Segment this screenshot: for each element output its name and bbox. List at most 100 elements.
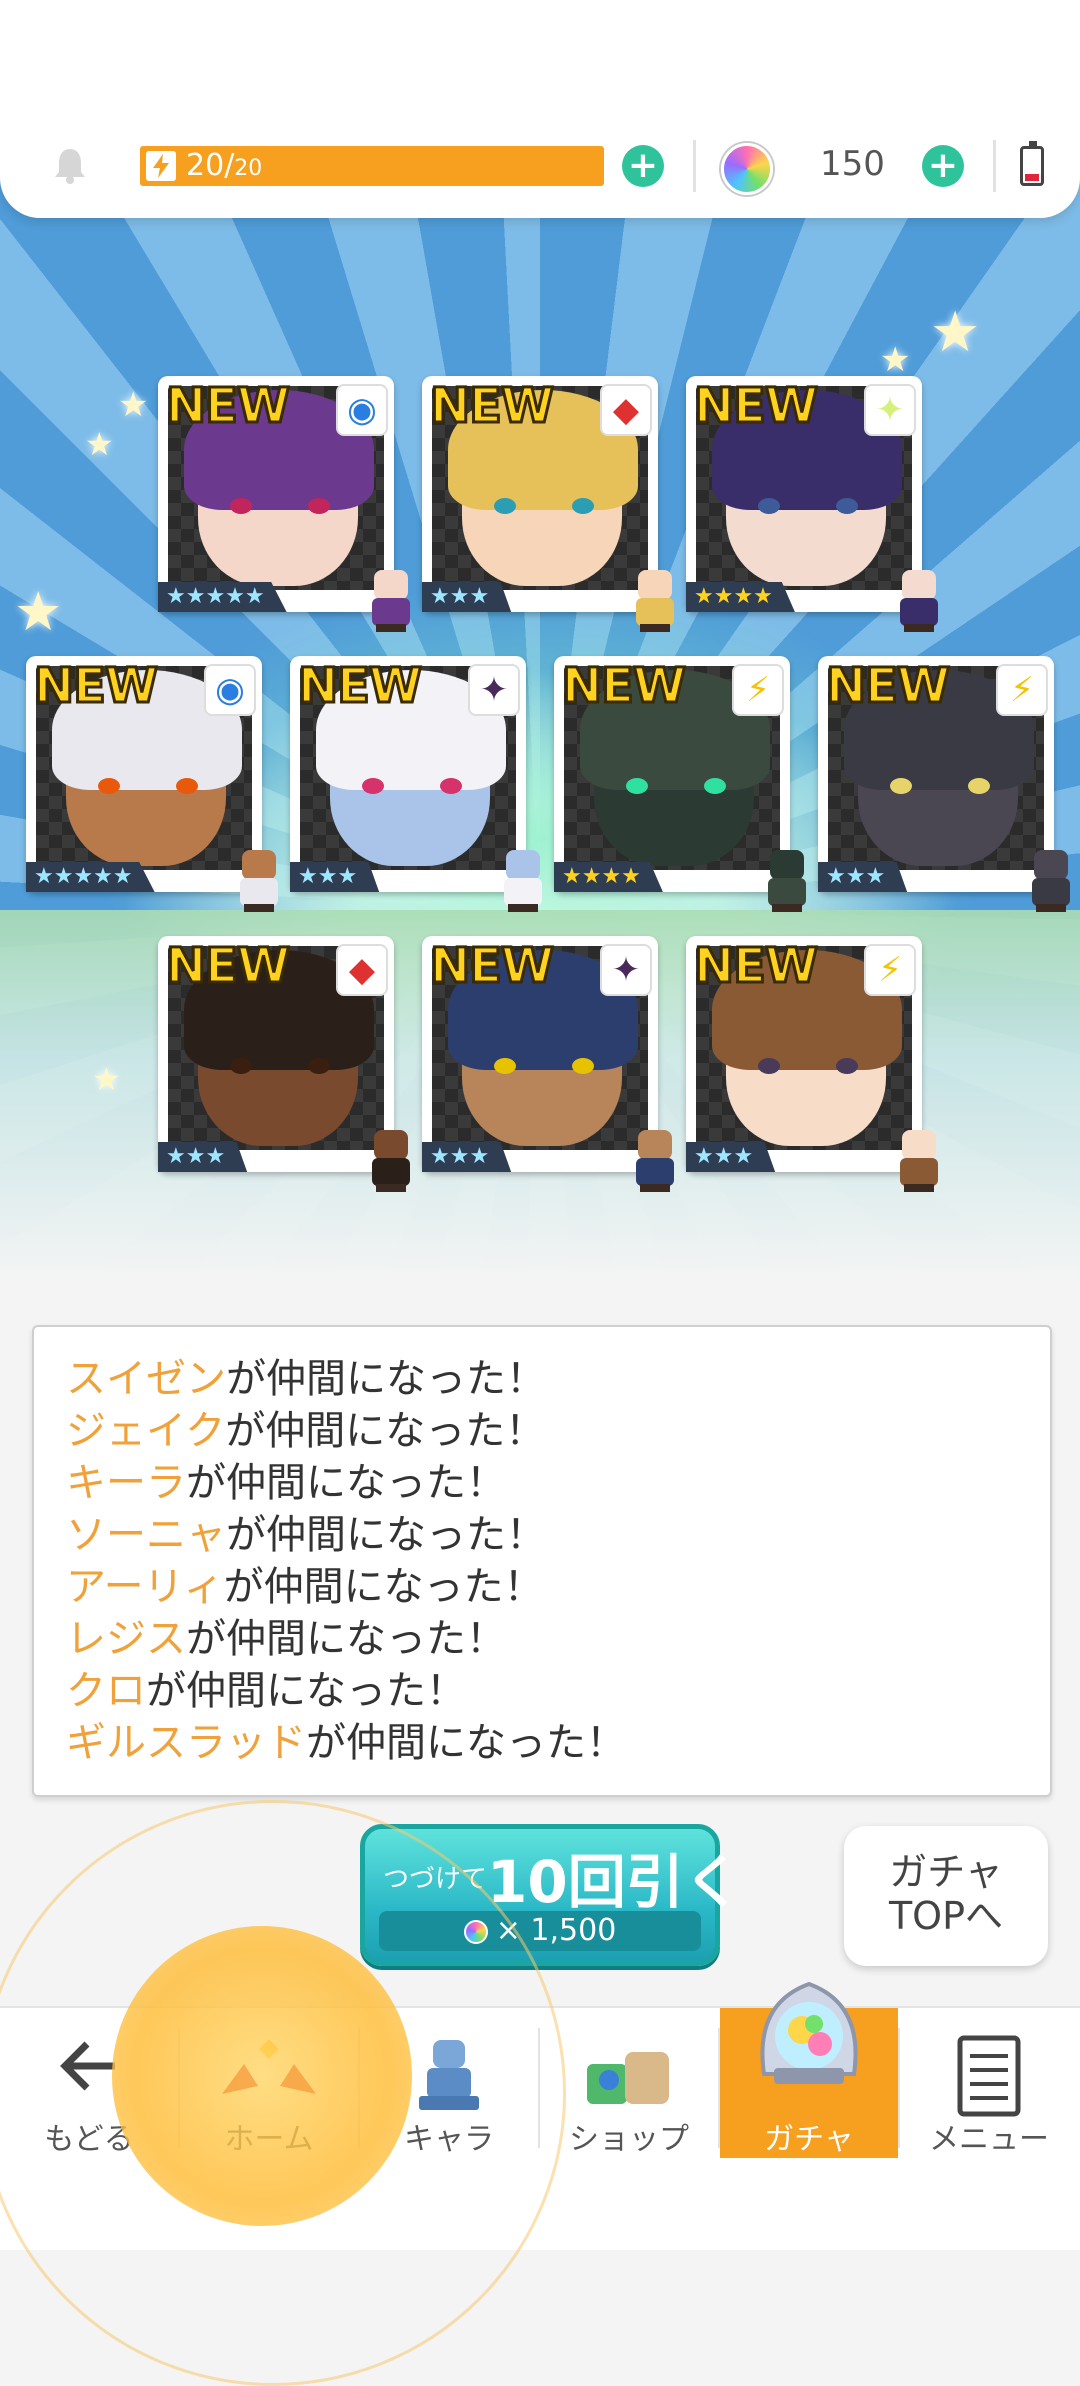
message-line: ソーニャが仲間になった！ — [66, 1509, 1050, 1561]
status-bar: 20/20 + 150 + — [0, 0, 1080, 218]
new-badge: NEW — [297, 657, 424, 716]
message-suffix: が仲間になった！ — [225, 1408, 546, 1454]
character-card[interactable]: NEW ◉ ★★★★★ — [26, 656, 278, 912]
character-card[interactable]: NEW ◉ ★★★★★ — [158, 376, 410, 632]
diamond-element-icon: ◆ — [602, 386, 650, 434]
character-card[interactable]: NEW ✦ ★★★ — [290, 656, 542, 912]
character-card[interactable]: NEW ✦ ★★★ — [422, 936, 674, 1192]
sprite-feet — [376, 1184, 406, 1192]
rarity-stars: ★★★ — [818, 862, 908, 892]
new-badge: NEW — [561, 657, 688, 716]
character-card[interactable]: NEW ✦ ★★★★ — [686, 376, 938, 632]
add-stamina-button[interactable]: + — [622, 145, 664, 187]
lightning-element-icon: ⚡ — [998, 666, 1046, 714]
sprite-body — [504, 878, 542, 906]
message-list: スイゼンが仲間になった！ ジェイクが仲間になった！ キーラが仲間になった！ ソーニャが… — [34, 1327, 1050, 1769]
sprite-feet — [772, 904, 802, 912]
sprite-body — [372, 598, 410, 626]
orb-icon — [721, 143, 773, 195]
bottom-nav: もどる ホーム キャラ ショップ ガチャ メニュー — [0, 1981, 1080, 2250]
nav-gacha[interactable]: ガチャ — [720, 1981, 898, 2158]
character-name: ソーニャ — [66, 1512, 226, 1558]
stamina-gauge: 20/20 — [140, 146, 604, 186]
character-eyes — [230, 1058, 330, 1074]
arrow-left-icon — [60, 2041, 115, 2091]
rarity-stars: ★★★ — [422, 582, 512, 612]
character-sprite — [360, 562, 422, 634]
sprite-head — [638, 570, 672, 600]
nav-home[interactable]: ホーム — [180, 2008, 358, 2158]
gacha-crystal-icon — [760, 1981, 858, 2084]
character-eyes — [890, 778, 990, 794]
rarity-stars: ★★★ — [290, 862, 380, 892]
character-name: スイゼン — [66, 1356, 226, 1402]
gacha-top-line2: TOPへ — [888, 1894, 1004, 1938]
character-sprite — [756, 842, 818, 914]
character-sprite — [888, 562, 950, 634]
message-line: クロが仲間になった！ — [66, 1665, 1050, 1717]
menu-list-icon — [957, 2035, 1021, 2117]
character-name: ギルスラッド — [66, 1720, 306, 1766]
message-suffix: が仲間になった！ — [226, 1356, 546, 1402]
character-sprite — [888, 1122, 950, 1194]
character-eyes — [362, 778, 462, 794]
orb-count: 150 — [820, 144, 885, 184]
pull-label: 10回引く — [487, 1848, 742, 1916]
rarity-stars: ★★★★ — [554, 862, 663, 892]
sprite-body — [900, 598, 938, 626]
nav-chara-label: キャラ — [404, 2122, 494, 2157]
sprite-body — [1032, 878, 1070, 906]
cost-value: 1,500 — [530, 1913, 617, 1948]
character-name: レジス — [66, 1616, 186, 1662]
result-message-box: スイゼンが仲間になった！ ジェイクが仲間になった！ キーラが仲間になった！ ソーニャが… — [32, 1325, 1052, 1797]
character-card[interactable]: NEW ⚡ ★★★ — [686, 936, 938, 1192]
message-suffix: が仲間になった！ — [186, 1460, 506, 1506]
pull-ten-again-button[interactable]: つづけて10回引く × 1,500 — [360, 1824, 742, 1966]
add-orb-button[interactable]: + — [922, 145, 964, 187]
message-line: キーラが仲間になった！ — [66, 1457, 1050, 1509]
sprite-feet — [376, 624, 406, 632]
cost-prefix: × — [495, 1913, 521, 1948]
circle-element-icon: ◉ — [206, 666, 254, 714]
star-icon: ★ — [930, 300, 981, 365]
message-line: ギルスラッドが仲間になった！ — [66, 1717, 1050, 1769]
nav-menu[interactable]: メニュー — [900, 2008, 1078, 2158]
rarity-stars: ★★★★★ — [158, 582, 287, 612]
character-card[interactable]: NEW ◆ ★★★ — [158, 936, 410, 1192]
lightning-element-icon: ⚡ — [734, 666, 782, 714]
character-eyes — [626, 778, 726, 794]
sprite-head — [902, 570, 936, 600]
message-line: ジェイクが仲間になった！ — [66, 1405, 1050, 1457]
character-eyes — [98, 778, 198, 794]
sprite-head — [506, 850, 540, 880]
divider — [993, 140, 996, 192]
sprite-head — [638, 1130, 672, 1160]
character-eyes — [494, 1058, 594, 1074]
sprite-body — [372, 1158, 410, 1186]
shuriken-element-icon: ✦ — [470, 666, 518, 714]
character-name: アーリィ — [66, 1564, 224, 1610]
lightning-element-icon: ⚡ — [866, 946, 914, 994]
character-icon — [419, 2040, 479, 2110]
nav-back[interactable]: もどる — [0, 2008, 178, 2158]
character-card[interactable]: NEW ⚡ ★★★ — [818, 656, 1070, 912]
bell-icon[interactable] — [50, 145, 90, 185]
lightning-icon — [146, 151, 176, 181]
sprite-feet — [904, 1184, 934, 1192]
sprite-feet — [1036, 904, 1066, 912]
pull-prefix: つづけて — [383, 1864, 488, 1895]
gacha-top-button[interactable]: ガチャ TOPへ — [844, 1826, 1048, 1966]
new-badge: NEW — [825, 657, 952, 716]
stamina-current: 20 — [186, 148, 225, 183]
new-badge: NEW — [693, 937, 820, 996]
new-badge: NEW — [33, 657, 160, 716]
sprite-feet — [640, 1184, 670, 1192]
nav-shop[interactable]: ショップ — [540, 2008, 718, 2158]
nav-chara[interactable]: キャラ — [360, 2008, 538, 2158]
new-badge: NEW — [165, 377, 292, 436]
character-eyes — [758, 498, 858, 514]
character-card[interactable]: NEW ◆ ★★★ — [422, 376, 674, 632]
character-card[interactable]: NEW ⚡ ★★★★ — [554, 656, 806, 912]
message-suffix: が仲間になった！ — [186, 1616, 506, 1662]
sprite-head — [902, 1130, 936, 1160]
